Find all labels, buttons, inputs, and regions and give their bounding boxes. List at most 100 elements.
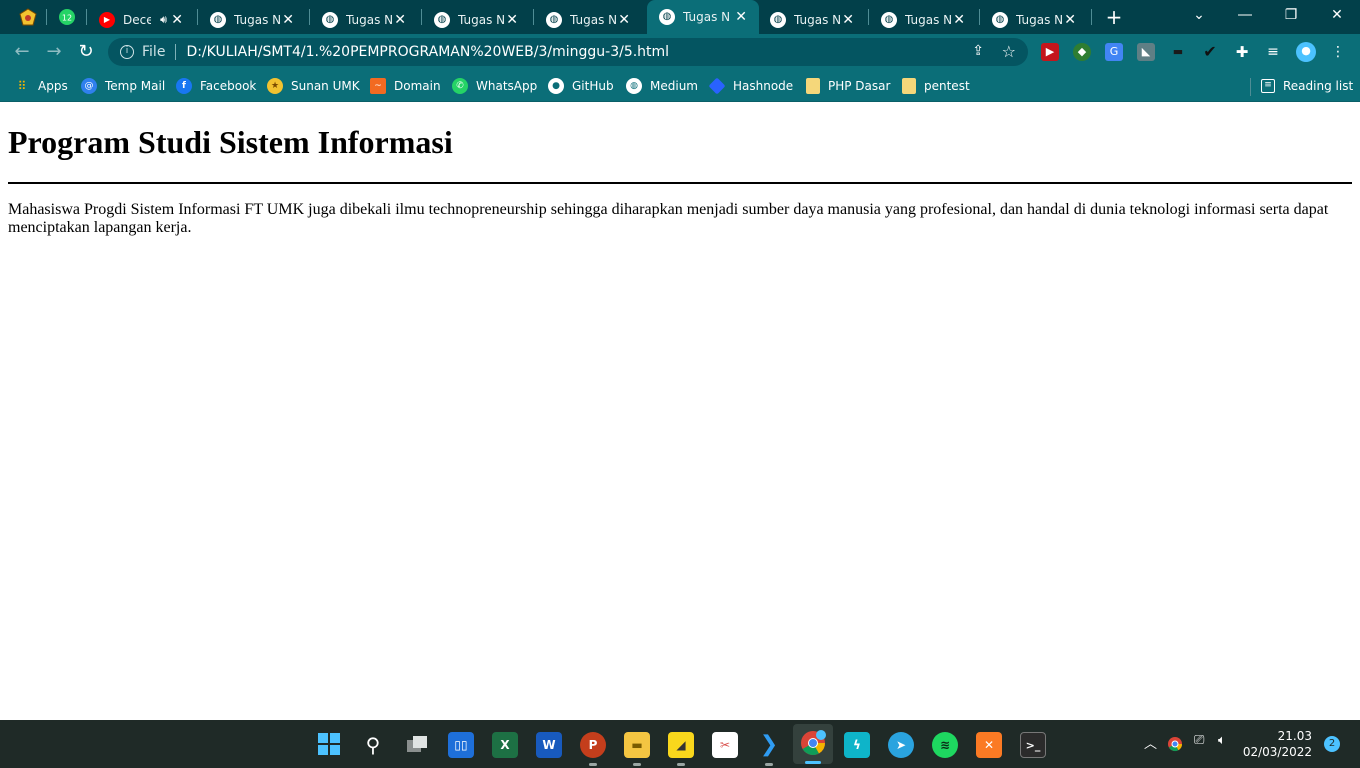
bookmarks-divider bbox=[1250, 78, 1251, 96]
notification-count-badge[interactable]: 2 bbox=[1324, 736, 1340, 752]
clock-date: 02/03/2022 bbox=[1242, 745, 1312, 759]
tab-separator bbox=[421, 9, 422, 25]
forward-arrow-icon[interactable]: → bbox=[41, 39, 67, 65]
tab-tugas-8[interactable]: ◍ Tugas N ✕ bbox=[982, 5, 1088, 34]
github-icon: ● bbox=[548, 78, 564, 94]
close-tab-icon[interactable]: ✕ bbox=[618, 12, 630, 28]
close-window-button[interactable]: ✕ bbox=[1314, 0, 1360, 30]
bookmark-apps[interactable]: ⠿ Apps bbox=[14, 76, 68, 96]
tab-tugas-4[interactable]: ◍ Tugas N ✕ bbox=[536, 5, 642, 34]
scheme-label: File bbox=[142, 44, 166, 60]
snipping-tool-icon[interactable]: ✂ bbox=[712, 732, 738, 758]
site-info-icon[interactable]: i bbox=[120, 45, 134, 59]
tab-tugas-3[interactable]: ◍ Tugas N ✕ bbox=[424, 5, 530, 34]
bookmark-label: Medium bbox=[650, 79, 698, 93]
xampp-icon[interactable]: ✕ bbox=[976, 732, 1002, 758]
chrome-icon[interactable] bbox=[800, 730, 826, 756]
close-tab-icon[interactable]: ✕ bbox=[394, 12, 406, 28]
umk-logo-icon bbox=[19, 8, 37, 26]
extension-gray-icon[interactable]: ◣ bbox=[1137, 43, 1155, 61]
extension-hat-icon[interactable]: ▬ bbox=[1169, 43, 1187, 61]
close-tab-icon[interactable]: ✕ bbox=[953, 12, 965, 28]
extension-green-icon[interactable]: ◆ bbox=[1073, 43, 1091, 61]
browser-menu-icon[interactable]: ⋮ bbox=[1329, 43, 1347, 61]
volume-icon[interactable]: 🔈︎ bbox=[1218, 733, 1226, 748]
bookmark-medium[interactable]: ◍ Medium bbox=[626, 76, 698, 96]
restore-button[interactable]: ❐ bbox=[1268, 0, 1314, 30]
speaker-icon[interactable]: 🔊︎ bbox=[160, 13, 167, 27]
back-arrow-icon[interactable]: ← bbox=[9, 39, 35, 65]
close-tab-icon[interactable]: ✕ bbox=[1064, 12, 1076, 28]
tab-title: Tugas N bbox=[683, 10, 729, 24]
reading-list-button[interactable]: ≡ Reading list bbox=[1261, 76, 1353, 96]
tab-tugas-active[interactable]: ◍ Tugas N ✕ bbox=[647, 0, 759, 34]
excel-icon[interactable]: X bbox=[492, 732, 518, 758]
close-tab-icon[interactable]: ✕ bbox=[735, 9, 747, 25]
google-translate-icon[interactable]: G bbox=[1105, 43, 1123, 61]
profile-avatar[interactable]: ● bbox=[1296, 42, 1316, 62]
tab-separator bbox=[46, 9, 47, 25]
show-hidden-icons-chevron-icon[interactable]: ︿ bbox=[1144, 733, 1157, 752]
close-tab-icon[interactable]: ✕ bbox=[171, 12, 183, 28]
whatsapp-icon: 12 bbox=[59, 9, 75, 25]
tab-title: Tugas N bbox=[1016, 12, 1062, 27]
tab-tugas-6[interactable]: ◍ Tugas N ✕ bbox=[760, 5, 866, 34]
omnibox-divider bbox=[175, 44, 177, 60]
bookmark-php-dasar[interactable]: PHP Dasar bbox=[806, 76, 890, 96]
tab-title: Tugas N bbox=[458, 12, 504, 27]
network-icon[interactable]: ⎚ bbox=[1194, 733, 1204, 748]
reload-icon[interactable]: ↻ bbox=[73, 39, 99, 65]
browser-toolbar: ← → ↻ i File D:/KULIAH/SMT4/1.%20PEMPROG… bbox=[0, 34, 1360, 70]
address-bar[interactable]: i File D:/KULIAH/SMT4/1.%20PEMPROGRAMAN%… bbox=[108, 38, 1028, 66]
powerpoint-icon[interactable]: P bbox=[580, 732, 606, 766]
word-icon[interactable]: W bbox=[536, 732, 562, 758]
system-clock[interactable]: 21.03 02/03/2022 bbox=[1236, 728, 1312, 760]
pinned-tab-whatsapp[interactable]: 12 bbox=[52, 5, 82, 29]
bookmark-pentest[interactable]: pentest bbox=[902, 76, 970, 96]
tab-tugas-7[interactable]: ◍ Tugas N ✕ bbox=[871, 5, 977, 34]
task-view-icon[interactable] bbox=[404, 732, 430, 758]
share-icon[interactable]: ⇪ bbox=[972, 43, 984, 59]
chrome-tray-icon[interactable] bbox=[1167, 736, 1183, 756]
close-tab-icon[interactable]: ✕ bbox=[282, 12, 294, 28]
bookmark-whatsapp[interactable]: ✆ WhatsApp bbox=[452, 76, 537, 96]
bookmark-star-icon[interactable]: ☆ bbox=[1002, 42, 1016, 61]
bookmark-sunan-umk[interactable]: ★ Sunan UMK bbox=[267, 76, 360, 96]
file-explorer-icon[interactable]: ▬ bbox=[624, 732, 650, 766]
extensions-puzzle-icon[interactable]: ✚ bbox=[1233, 43, 1251, 61]
search-icon[interactable]: ⚲ bbox=[360, 732, 386, 758]
bookmark-github[interactable]: ● GitHub bbox=[548, 76, 614, 96]
close-tab-icon[interactable]: ✕ bbox=[842, 12, 854, 28]
tab-strip: 12 ▶ Dece 🔊︎ ✕ ◍ Tugas N ✕ ◍ Tugas N ✕ ◍… bbox=[0, 0, 1360, 34]
terminal-icon[interactable]: >_ bbox=[1020, 732, 1046, 758]
tab-tugas-1[interactable]: ◍ Tugas N ✕ bbox=[200, 5, 306, 34]
checkmark-extension-icon[interactable]: ✔ bbox=[1201, 43, 1219, 61]
close-tab-icon[interactable]: ✕ bbox=[506, 12, 518, 28]
telegram-icon[interactable]: ➤ bbox=[888, 732, 914, 758]
globe-icon: ◍ bbox=[210, 11, 226, 28]
minimize-button[interactable]: ― bbox=[1222, 0, 1268, 30]
globe-icon: ◍ bbox=[546, 11, 562, 28]
apps-grid-icon: ⠿ bbox=[17, 79, 27, 93]
tab-youtube[interactable]: ▶ Dece 🔊︎ ✕ bbox=[89, 5, 195, 34]
sticky-notes-icon[interactable]: ◢ bbox=[668, 732, 694, 766]
pinned-tab-umk[interactable] bbox=[13, 5, 43, 29]
windows-start-icon[interactable] bbox=[316, 732, 342, 758]
extension-red-icon[interactable]: ▶ bbox=[1041, 43, 1059, 61]
media-controls-icon[interactable]: ≡ bbox=[1264, 43, 1282, 61]
tab-title: Tugas N bbox=[234, 12, 280, 27]
sourcetree-icon[interactable]: ϟ bbox=[844, 732, 870, 758]
tab-title: Tugas N bbox=[570, 12, 616, 27]
tab-tugas-2[interactable]: ◍ Tugas N ✕ bbox=[312, 5, 418, 34]
bookmark-temp-mail[interactable]: @ Temp Mail bbox=[81, 76, 165, 96]
bookmark-label: Apps bbox=[38, 79, 68, 93]
bookmark-domain[interactable]: ~ Domain bbox=[370, 76, 441, 96]
bookmark-hashnode[interactable]: Hashnode bbox=[708, 76, 793, 96]
widgets-icon[interactable]: ▯▯ bbox=[448, 732, 474, 758]
tab-search-chevron-icon[interactable]: ⌄ bbox=[1176, 0, 1222, 30]
spotify-icon[interactable]: ≋ bbox=[932, 732, 958, 758]
new-tab-button[interactable]: + bbox=[1102, 5, 1126, 29]
vscode-icon[interactable]: ❯ bbox=[756, 732, 782, 766]
url-text[interactable]: D:/KULIAH/SMT4/1.%20PEMPROGRAMAN%20WEB/3… bbox=[186, 44, 669, 60]
bookmark-facebook[interactable]: f Facebook bbox=[176, 76, 256, 96]
